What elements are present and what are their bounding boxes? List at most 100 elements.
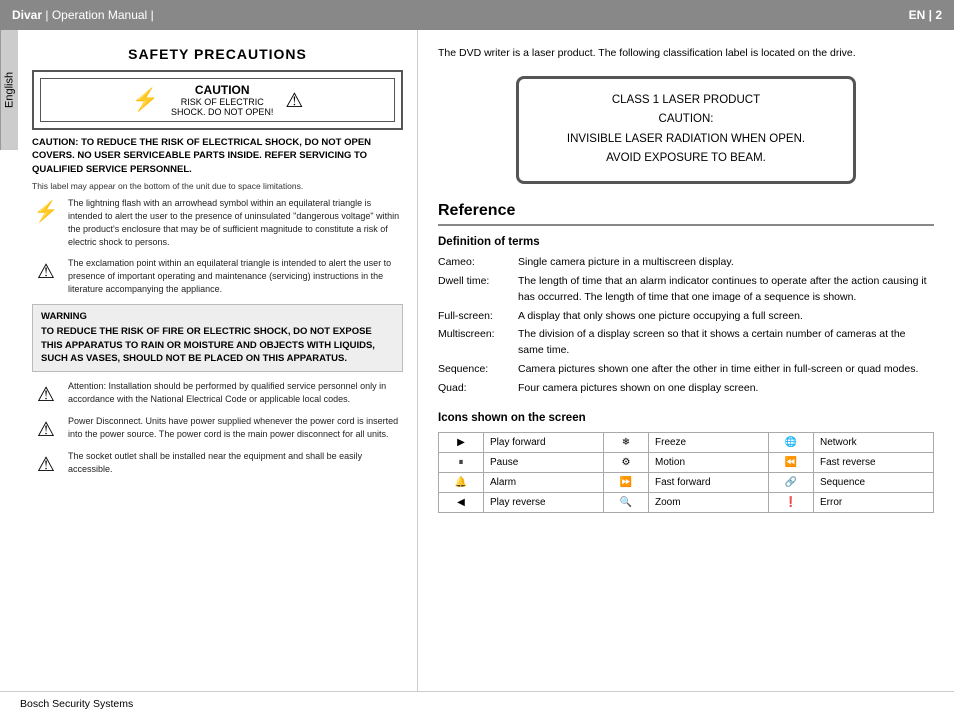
safety-title: SAFETY PRECAUTIONS (32, 46, 403, 62)
exclaim-description: The exclamation point within an equilate… (68, 257, 403, 296)
power-text: Power Disconnect. Units have power suppl… (68, 415, 403, 441)
reference-title: Reference (438, 202, 934, 226)
icon-symbol-cell: 🔔 (439, 472, 484, 492)
lightning-icon: ⚡ (132, 87, 159, 113)
icon-symbol-cell: ❗ (769, 492, 814, 512)
def-row: Full-screen:A display that only shows on… (438, 307, 934, 326)
def-title: Definition of terms (438, 236, 934, 248)
icon-name-cell: Freeze (649, 432, 769, 452)
def-row: Multiscreen:The division of a display sc… (438, 326, 934, 361)
def-desc: Camera pictures shown one after the othe… (518, 360, 934, 379)
icon-name-cell: Network (814, 432, 934, 452)
attention-text: Attention: Installation should be perfor… (68, 380, 403, 406)
laser-classification-box: CLASS 1 LASER PRODUCT CAUTION: INVISIBLE… (516, 76, 856, 184)
language-label: English (4, 72, 16, 108)
def-term: Dwell time: (438, 273, 518, 308)
icon-symbol-cell: ⏪ (769, 452, 814, 472)
attention-icon: ⚠ (32, 382, 60, 407)
def-term: Sequence: (438, 360, 518, 379)
language-tab: English (0, 30, 18, 150)
def-desc: The length of time that an alarm indicat… (518, 273, 934, 308)
icon-row: ⏸Pause⚙Motion⏪Fast reverse (439, 452, 934, 472)
power-row: ⚠ Power Disconnect. Units have power sup… (32, 415, 403, 442)
icon-row: 🔔Alarm⏩Fast forward🔗Sequence (439, 472, 934, 492)
icon-symbol-cell: 🌐 (769, 432, 814, 452)
icon-name-cell: Pause (484, 452, 604, 472)
icon-name-cell: Play forward (484, 432, 604, 452)
right-intro: The DVD writer is a laser product. The f… (438, 46, 934, 62)
exclaim-sym-icon: ⚠ (32, 259, 60, 284)
exclaim-row: ⚠ The exclamation point within an equila… (32, 257, 403, 296)
icon-name-cell: Motion (649, 452, 769, 472)
icon-symbol-cell: ❄ (604, 432, 649, 452)
icons-table: ▶Play forward❄Freeze🌐Network⏸Pause⚙Motio… (438, 432, 934, 513)
def-term: Cameo: (438, 254, 518, 273)
icon-name-cell: Fast reverse (814, 452, 934, 472)
def-desc: Single camera picture in a multiscreen d… (518, 254, 934, 273)
warning-text: TO REDUCE THE RISK OF FIRE OR ELECTRIC S… (41, 325, 394, 365)
caution-box: ⚡ CAUTION RISK OF ELECTRIC SHOCK. DO NOT… (32, 70, 403, 130)
header-right: EN | 2 (909, 8, 942, 22)
label-note: This label may appear on the bottom of t… (32, 181, 403, 191)
icons-title: Icons shown on the screen (438, 412, 934, 424)
warning-title: WARNING (41, 311, 394, 322)
def-desc: Four camera pictures shown on one displa… (518, 379, 934, 398)
caution-warning-text: CAUTION: TO REDUCE THE RISK OF ELECTRICA… (32, 136, 403, 176)
warning-box: WARNING TO REDUCE THE RISK OF FIRE OR EL… (32, 304, 403, 372)
icon-row: ◀Play reverse🔍Zoom❗Error (439, 492, 934, 512)
left-column: SAFETY PRECAUTIONS ⚡ CAUTION RISK OF ELE… (18, 30, 418, 691)
laser-line1: CLASS 1 LASER PRODUCT (539, 91, 833, 111)
exclaim-triangle-icon: ⚠ (285, 88, 303, 113)
def-row: Quad:Four camera pictures shown on one d… (438, 379, 934, 398)
footer: Bosch Security Systems (0, 691, 954, 715)
icon-name-cell: Fast forward (649, 472, 769, 492)
socket-text: The socket outlet shall be installed nea… (68, 450, 403, 476)
caution-sub2: SHOCK. DO NOT OPEN! (171, 107, 273, 117)
right-column: The DVD writer is a laser product. The f… (418, 30, 954, 691)
def-term: Quad: (438, 379, 518, 398)
icon-name-cell: Play reverse (484, 492, 604, 512)
icon-symbol-cell: ⏸ (439, 452, 484, 472)
icon-symbol-cell: ⚙ (604, 452, 649, 472)
laser-line4: AVOID EXPOSURE TO BEAM. (539, 149, 833, 169)
doc-type: Operation Manual (52, 8, 147, 22)
main-content: SAFETY PRECAUTIONS ⚡ CAUTION RISK OF ELE… (18, 30, 954, 691)
icon-name-cell: Zoom (649, 492, 769, 512)
def-row: Cameo:Single camera picture in a multisc… (438, 254, 934, 273)
definitions-table: Cameo:Single camera picture in a multisc… (438, 254, 934, 398)
caution-sub1: RISK OF ELECTRIC (171, 97, 273, 107)
icon-symbol-cell: ◀ (439, 492, 484, 512)
lang-code: EN (909, 8, 926, 22)
socket-icon: ⚠ (32, 452, 60, 477)
def-row: Sequence:Camera pictures shown one after… (438, 360, 934, 379)
caution-inner: ⚡ CAUTION RISK OF ELECTRIC SHOCK. DO NOT… (40, 78, 395, 122)
caution-label: CAUTION RISK OF ELECTRIC SHOCK. DO NOT O… (171, 83, 273, 117)
icon-symbol-cell: ▶ (439, 432, 484, 452)
company-name: Bosch Security Systems (20, 698, 133, 710)
def-desc: The division of a display screen so that… (518, 326, 934, 361)
def-row: Dwell time:The length of time that an al… (438, 273, 934, 308)
icon-symbol-cell: ⏩ (604, 472, 649, 492)
attention-row: ⚠ Attention: Installation should be perf… (32, 380, 403, 407)
def-term: Full-screen: (438, 307, 518, 326)
icon-symbol-cell: 🔗 (769, 472, 814, 492)
caution-title: CAUTION (171, 83, 273, 97)
lightning-row: ⚡ The lightning flash with an arrowhead … (32, 197, 403, 249)
def-desc: A display that only shows one picture oc… (518, 307, 934, 326)
lightning-sym-icon: ⚡ (32, 199, 60, 224)
laser-line2: CAUTION: (539, 110, 833, 130)
socket-row: ⚠ The socket outlet shall be installed n… (32, 450, 403, 477)
brand-name: Divar (12, 8, 42, 22)
icon-symbol-cell: 🔍 (604, 492, 649, 512)
icon-name-cell: Sequence (814, 472, 934, 492)
def-term: Multiscreen: (438, 326, 518, 361)
icon-row: ▶Play forward❄Freeze🌐Network (439, 432, 934, 452)
laser-line3: INVISIBLE LASER RADIATION WHEN OPEN. (539, 130, 833, 150)
header-left: Divar | Operation Manual | (12, 8, 154, 22)
lightning-description: The lightning flash with an arrowhead sy… (68, 197, 403, 249)
power-icon: ⚠ (32, 417, 60, 442)
header-separator2: | (151, 8, 154, 22)
header: Divar | Operation Manual | EN | 2 (0, 0, 954, 30)
icon-name-cell: Error (814, 492, 934, 512)
icon-name-cell: Alarm (484, 472, 604, 492)
